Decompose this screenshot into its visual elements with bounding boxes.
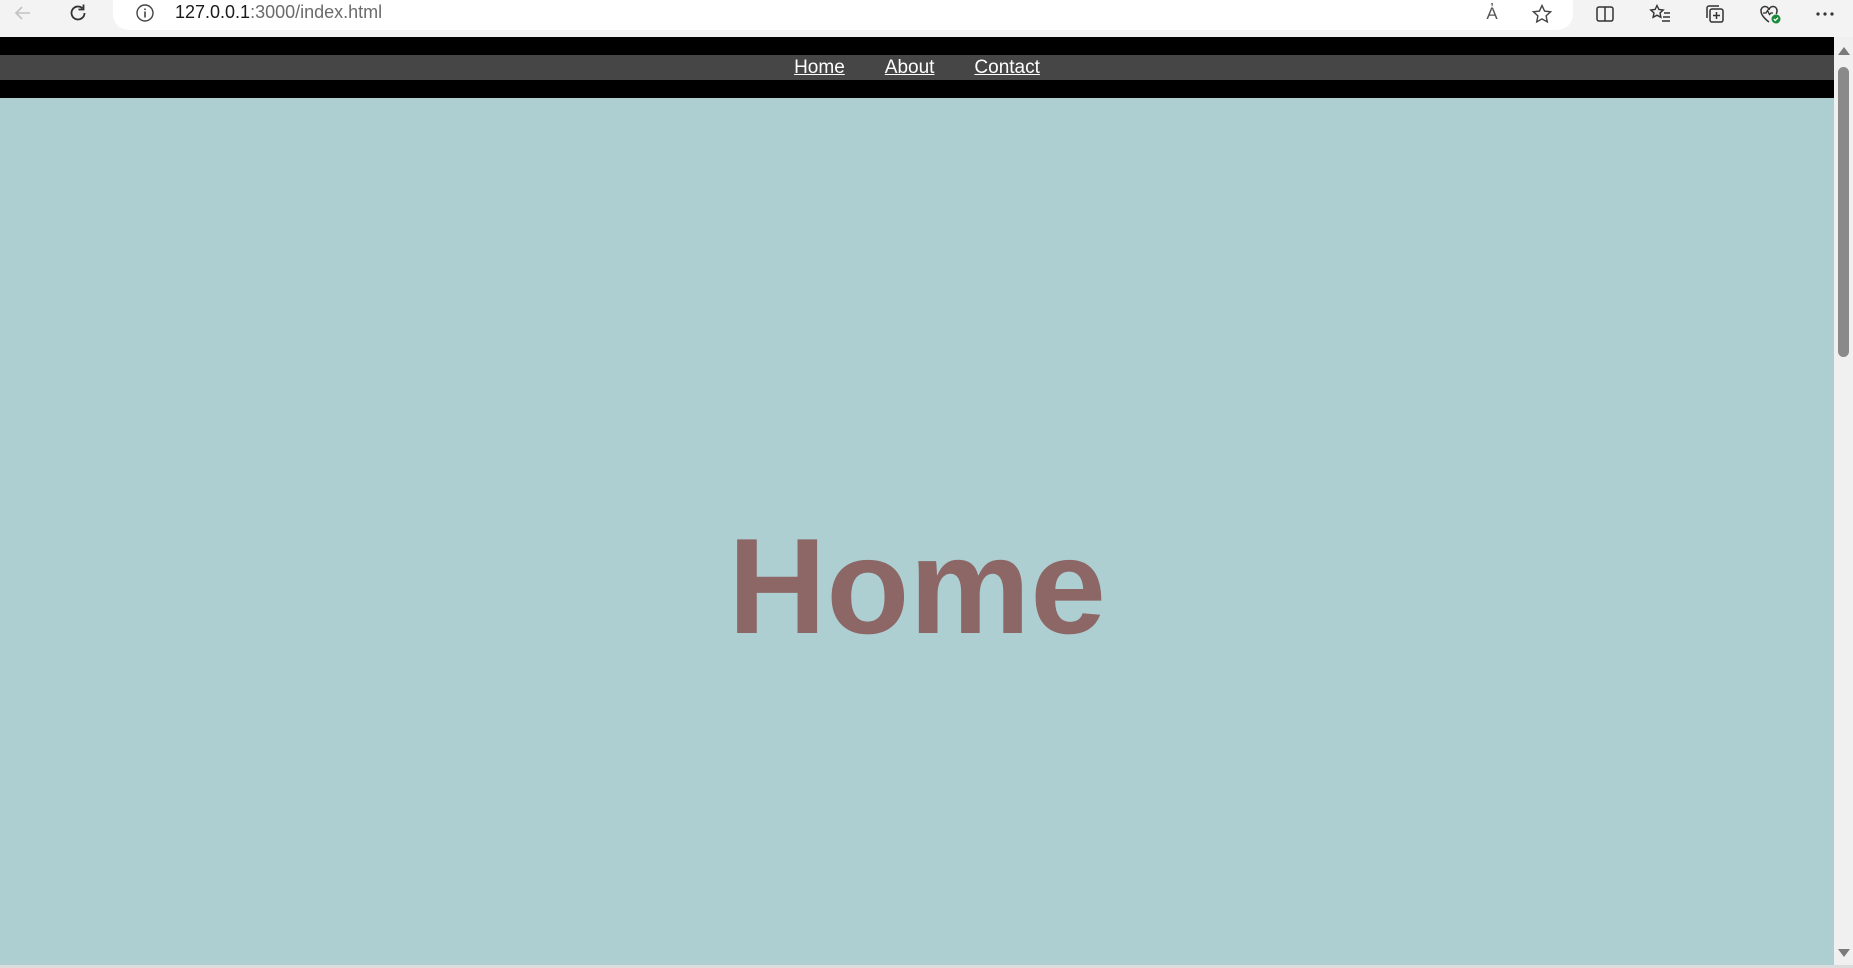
scroll-thumb[interactable] <box>1838 67 1849 357</box>
scroll-down-arrow-icon[interactable] <box>1838 949 1850 957</box>
favorites-list-icon[interactable] <box>1648 2 1672 26</box>
address-bar[interactable]: 127.0.0.1:3000/index.html A҆ <box>113 0 1573 30</box>
vertical-scrollbar[interactable] <box>1834 37 1853 965</box>
site-navbar: Home About Contact <box>0 37 1834 98</box>
page-viewport: Home About Contact Home <box>0 37 1834 965</box>
nav-links: Home About Contact <box>0 55 1834 80</box>
url-text[interactable]: 127.0.0.1:3000/index.html <box>175 2 382 23</box>
nav-link-about[interactable]: About <box>885 57 935 78</box>
collections-icon[interactable] <box>1703 2 1727 26</box>
nav-link-contact[interactable]: Contact <box>974 57 1039 78</box>
browser-essentials-icon[interactable] <box>1758 2 1782 26</box>
url-host: 127.0.0.1 <box>175 2 251 22</box>
browser-toolbar: 127.0.0.1:3000/index.html A҆ <box>0 0 1853 37</box>
split-screen-icon[interactable] <box>1593 2 1617 26</box>
url-path: :3000/index.html <box>250 2 383 22</box>
read-aloud-icon[interactable]: A҆ <box>1480 2 1504 26</box>
scroll-up-arrow-icon[interactable] <box>1838 47 1850 55</box>
more-icon[interactable] <box>1813 2 1837 26</box>
info-icon[interactable] <box>135 3 155 23</box>
back-arrow-icon[interactable] <box>6 0 40 26</box>
page-heading: Home <box>728 510 1106 663</box>
nav-link-home[interactable]: Home <box>794 57 845 78</box>
star-icon[interactable] <box>1530 2 1554 26</box>
reload-icon[interactable] <box>61 0 95 26</box>
